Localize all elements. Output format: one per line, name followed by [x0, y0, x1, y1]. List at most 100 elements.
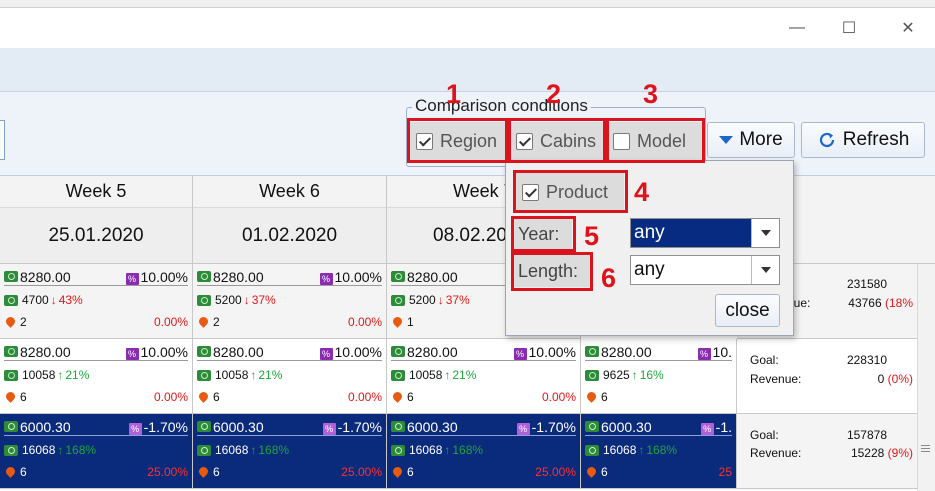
date-header: 01.02.2020 — [193, 208, 387, 264]
count-value: 10058 — [215, 368, 249, 382]
price-value: 8280.00 — [20, 268, 71, 285]
grid-cell[interactable]: 8280.00% 10. 9625 ↑ 16% 6 — [581, 339, 737, 414]
trend-down-icon: ↓ — [50, 293, 57, 307]
pin-count: 6 — [407, 465, 414, 479]
grid-cell[interactable]: 8280.00% 10.00% 10058 ↑ 21% 6 0.00% — [193, 339, 387, 414]
money-icon — [391, 420, 405, 432]
trend-up-icon: ↑ — [444, 368, 451, 382]
share-value: 0.00% — [153, 390, 188, 404]
year-select-arrow[interactable] — [751, 219, 779, 247]
cell-pin-row: 6 25 — [585, 463, 732, 481]
region-checkbox[interactable]: Region — [410, 122, 506, 160]
cell-price-row: 6000.30% -1. — [585, 418, 732, 436]
refresh-button[interactable]: Refresh — [801, 122, 925, 158]
annotation-number: 4 — [634, 177, 650, 207]
grid-cell[interactable]: 6000.30% -1.70% 16068 ↑ 168% 6 25.00% — [193, 414, 387, 489]
cell-pin-row: 6 — [585, 388, 732, 406]
location-pin-icon — [391, 390, 404, 403]
revenue-value: 15228 — [850, 446, 885, 460]
goal-value: 231580 — [846, 277, 887, 291]
annotation-number: 5 — [584, 221, 600, 251]
price-value: 8280.00 — [213, 268, 264, 285]
money-icon — [4, 444, 18, 456]
pin-count: 6 — [601, 465, 608, 479]
money-icon — [585, 444, 599, 456]
grid-cell[interactable]: 8280.00% 10.00% 5200 ↓ 37% 2 0.00% — [193, 264, 387, 339]
location-pin-icon — [391, 315, 404, 328]
cell-count-row: 16068 ↑ 168% — [4, 442, 96, 458]
money-icon — [4, 420, 18, 432]
cabins-checkbox-box[interactable] — [516, 132, 533, 150]
product-checkbox-box[interactable] — [522, 183, 539, 201]
cell-count-row: 10058 ↑ 21% — [197, 367, 282, 383]
top-strip — [0, 0, 935, 8]
grid-cell[interactable]: 8280.00% 10.00% 10058 ↑ 21% 6 0.00% — [0, 339, 193, 414]
percent-value: -1. — [715, 418, 732, 435]
delta-value: 21% — [258, 368, 283, 382]
pin-count: 6 — [20, 390, 27, 404]
goal-label: Goal: — [750, 428, 779, 442]
cell-pin-row: 6 0.00% — [4, 388, 188, 406]
cell-pin-row: 6 0.00% — [197, 388, 382, 406]
grid-cell[interactable]: 6000.30% -1.70% 16068 ↑ 168% 6 25.00% — [0, 414, 193, 489]
percent-icon: % — [125, 272, 139, 285]
cell-count-row: 5200 ↓ 37% — [197, 292, 276, 308]
percent-value: 10. — [712, 343, 732, 360]
location-pin-icon — [197, 465, 210, 478]
share-value: 25.00% — [341, 465, 382, 479]
cell-price-row: 8280.00% 10.00% — [197, 268, 382, 286]
model-checkbox-box[interactable] — [613, 132, 630, 150]
percent-icon: % — [128, 422, 142, 435]
revenue-label: Revenue: — [750, 372, 802, 386]
length-select-arrow[interactable] — [751, 256, 779, 284]
percent-icon: % — [125, 347, 139, 360]
price-value: 8280.00 — [20, 343, 71, 360]
price-value: 8280.00 — [407, 268, 458, 285]
percent-icon: % — [322, 422, 336, 435]
count-value: 10058 — [409, 368, 443, 382]
cell-price-row: 8280.00% 10. — [585, 343, 732, 361]
grid-cell[interactable]: 8280.00% 10.00% 4700 ↓ 43% 2 0.00% — [0, 264, 193, 339]
delta-value: 21% — [452, 368, 477, 382]
model-checkbox[interactable]: Model — [607, 122, 704, 160]
percent-icon: % — [700, 422, 714, 435]
grid-cell[interactable]: 8280.00% 10.00% 10058 ↑ 21% 6 0.00% — [387, 339, 581, 414]
close-window-button[interactable]: ✕ — [885, 8, 931, 48]
scrollbar-grip-icon[interactable] — [921, 445, 930, 463]
money-icon — [4, 345, 18, 357]
grid-cell[interactable]: 6000.30% -1. 16068 ↑ 168% 6 25 — [581, 414, 737, 489]
money-icon — [585, 369, 599, 381]
comparison-conditions-legend: Comparison conditions — [412, 96, 591, 116]
date-label: 25.01.2020 — [48, 224, 144, 246]
trend-up-icon: ↑ — [638, 443, 645, 457]
region-checkbox-box[interactable] — [416, 132, 433, 150]
location-pin-icon — [197, 390, 210, 403]
length-select[interactable]: any — [630, 255, 780, 285]
trend-up-icon: ↑ — [444, 443, 451, 457]
count-value: 5200 — [215, 293, 242, 307]
revenue-value: 43766 — [848, 296, 882, 310]
goal-value: 228310 — [846, 353, 887, 367]
trend-up-icon: ↑ — [57, 368, 64, 382]
count-value: 10058 — [22, 368, 56, 382]
minimize-button[interactable]: — — [774, 8, 820, 48]
location-pin-icon — [4, 315, 17, 328]
trend-up-icon: ↑ — [250, 368, 257, 382]
popup-close-button[interactable]: close — [715, 294, 780, 327]
product-checkbox[interactable]: Product — [516, 173, 624, 211]
cabins-label: Cabins — [540, 130, 597, 151]
cabins-checkbox[interactable]: Cabins — [510, 122, 607, 160]
more-button[interactable]: More — [707, 122, 795, 158]
location-pin-icon — [4, 390, 17, 403]
toolbar-band — [0, 48, 935, 92]
maximize-button[interactable]: ☐ — [826, 8, 872, 48]
money-icon — [197, 420, 211, 432]
left-input-field[interactable] — [0, 120, 5, 160]
trend-up-icon: ↑ — [250, 443, 257, 457]
year-select[interactable]: any — [630, 218, 780, 248]
length-label: Length: — [514, 255, 590, 287]
count-value: 9625 — [603, 368, 630, 382]
count-value: 16068 — [603, 443, 637, 457]
grid-cell[interactable]: 6000.30% -1.70% 16068 ↑ 168% 6 25.00% — [387, 414, 581, 489]
count-value: 16068 — [409, 443, 443, 457]
